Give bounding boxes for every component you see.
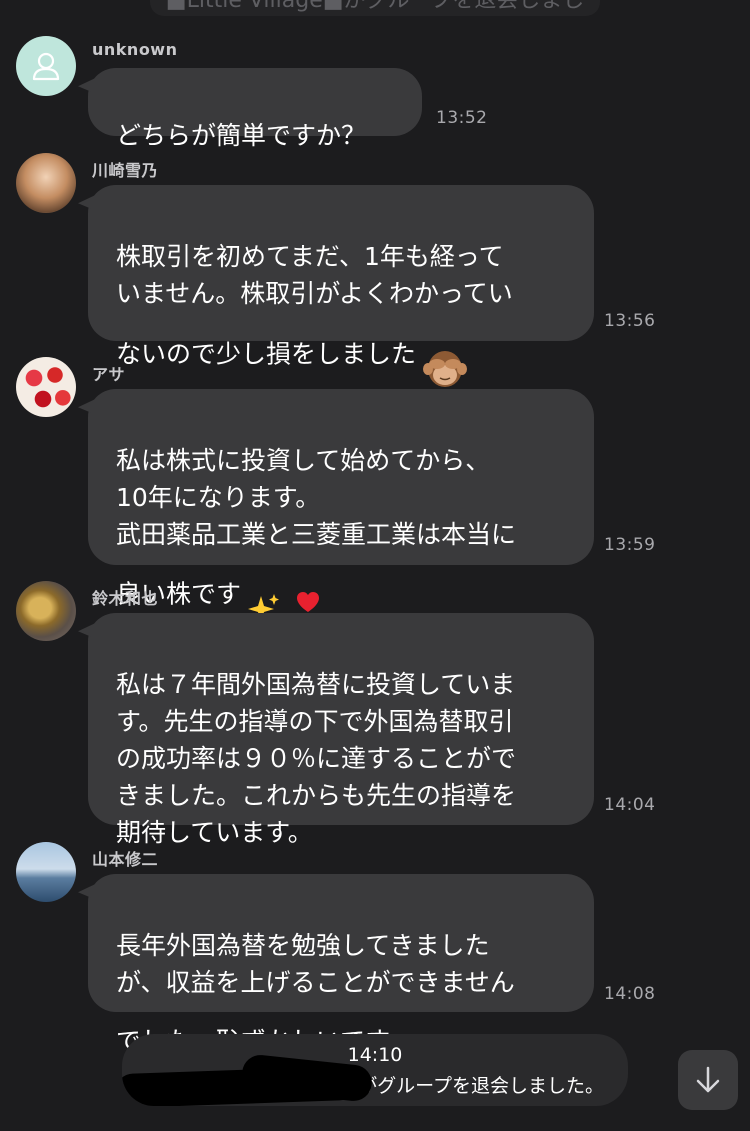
message-yamamoto: 山本修二 長年外国為替を勉強してきました が、収益を上げることができません でし… xyxy=(16,842,716,1072)
avatar[interactable] xyxy=(16,357,76,417)
message-kawasaki: 川崎雪乃 株取引を初めてまだ、1年も経って いません。株取引がよくわかってい な… xyxy=(16,153,716,387)
message-suzuki: 鈴木和也 私は７年間外国為替に投資していま す。先生の指導の下で外国為替取引 の… xyxy=(16,581,716,847)
avatar[interactable] xyxy=(16,36,76,96)
message-bubble[interactable]: 私は７年間外国為替に投資していま す。先生の指導の下で外国為替取引 の成功率は９… xyxy=(88,613,594,847)
system-notice-bottom: 14:10 がグループを退会しました。 xyxy=(122,1034,628,1106)
system-notice-text: ■Little Village■がグループを退会しました。 xyxy=(165,0,585,13)
message-time: 13:56 xyxy=(604,311,656,331)
sender-name: 川崎雪乃 xyxy=(92,161,159,180)
message-bubble[interactable]: 株取引を初めてまだ、1年も経って いません。株取引がよくわかってい ないので少し… xyxy=(88,185,594,387)
system-notice-text: がグループを退会しました。 xyxy=(358,1075,604,1097)
message-bubble[interactable]: 長年外国為替を勉強してきました が、収益を上げることができません でした。恥ずか… xyxy=(88,874,594,1072)
avatar[interactable] xyxy=(16,581,76,641)
message-time: 13:59 xyxy=(604,535,656,555)
message-bubble[interactable]: どちらが簡単ですか？ xyxy=(88,68,422,150)
message-time: 14:08 xyxy=(604,984,656,1004)
scroll-down-button[interactable] xyxy=(678,1050,738,1110)
system-notice-top: ■Little Village■がグループを退会しました。 xyxy=(150,0,600,16)
sender-name: unknown xyxy=(92,40,178,59)
sender-name: 鈴木和也 xyxy=(92,589,159,608)
message-text: どちらが簡単ですか？ xyxy=(116,121,367,150)
person-icon xyxy=(32,52,60,81)
message-bubble[interactable]: 私は株式に投資して始めてから、 10年になります。 武田薬品工業と三菱重工業は本… xyxy=(88,389,594,626)
message-time: 13:52 xyxy=(436,108,488,128)
message-unknown: unknown どちらが簡単ですか？ 13:52 xyxy=(16,36,716,150)
system-notice-time: 14:10 xyxy=(347,1044,403,1066)
message-time: 14:04 xyxy=(604,795,656,815)
sender-name: アサ xyxy=(92,365,126,384)
message-text: 私は７年間外国為替に投資していま す。先生の指導の下で外国為替取引 の成功率は９… xyxy=(116,670,517,847)
message-asa: アサ 私は株式に投資して始めてから、 10年になります。 武田薬品工業と三菱重工… xyxy=(16,357,716,626)
sender-name: 山本修二 xyxy=(92,850,159,869)
avatar[interactable] xyxy=(16,842,76,902)
redaction-mark xyxy=(122,1065,357,1106)
avatar[interactable] xyxy=(16,153,76,213)
arrow-down-icon xyxy=(696,1066,720,1093)
